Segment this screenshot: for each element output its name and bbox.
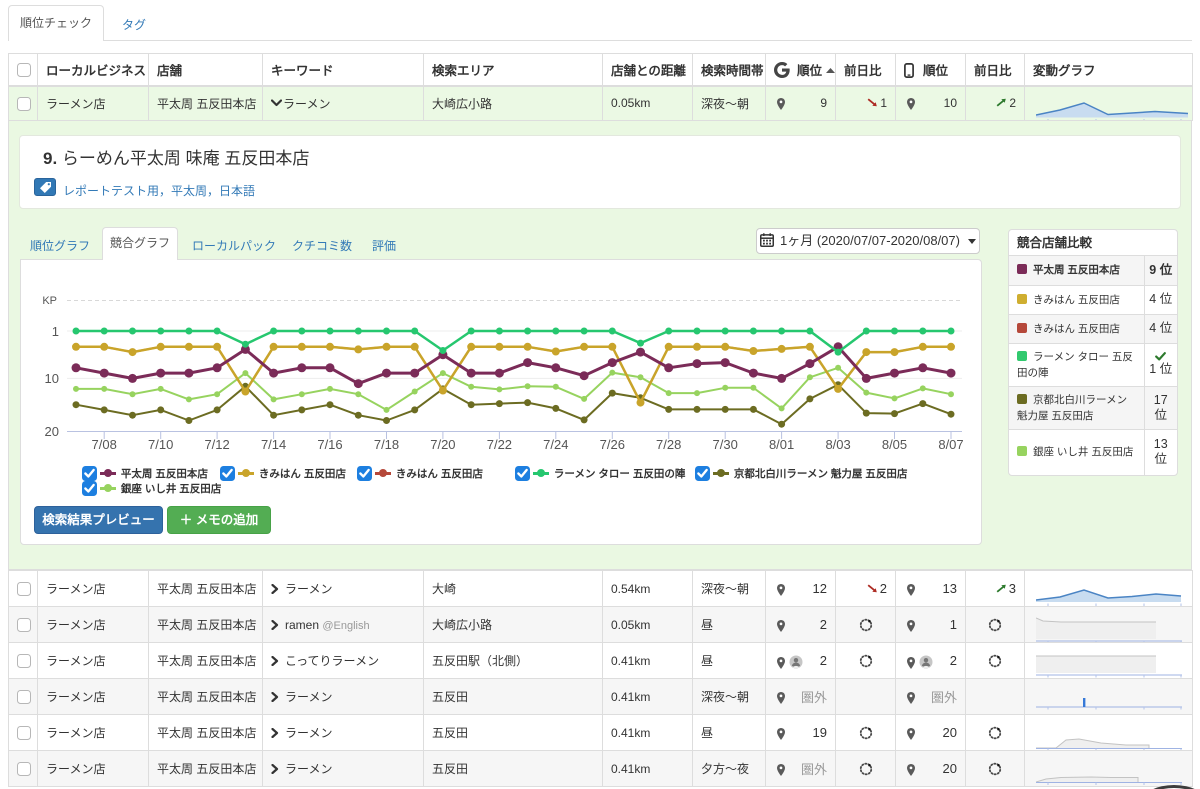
svg-text:7/10: 7/10 xyxy=(148,437,173,452)
svg-text:1: 1 xyxy=(52,324,59,339)
svg-text:7/20: 7/20 xyxy=(430,437,455,452)
svg-text:7/30: 7/30 xyxy=(713,437,738,452)
svg-text:8/01: 8/01 xyxy=(769,437,794,452)
svg-text:8/07: 8/07 xyxy=(938,437,963,452)
svg-text:7/14: 7/14 xyxy=(261,437,286,452)
svg-text:7/16: 7/16 xyxy=(317,437,342,452)
svg-text:7/08: 7/08 xyxy=(92,437,117,452)
svg-text:KP: KP xyxy=(42,295,57,307)
svg-text:7/26: 7/26 xyxy=(600,437,625,452)
svg-text:8/05: 8/05 xyxy=(882,437,907,452)
svg-text:7/18: 7/18 xyxy=(374,437,399,452)
svg-text:7/12: 7/12 xyxy=(204,437,229,452)
svg-text:10: 10 xyxy=(45,371,59,386)
svg-text:7/24: 7/24 xyxy=(543,437,568,452)
svg-text:7/22: 7/22 xyxy=(487,437,512,452)
svg-text:20: 20 xyxy=(45,424,59,439)
svg-text:7/28: 7/28 xyxy=(656,437,681,452)
svg-text:8/03: 8/03 xyxy=(825,437,850,452)
